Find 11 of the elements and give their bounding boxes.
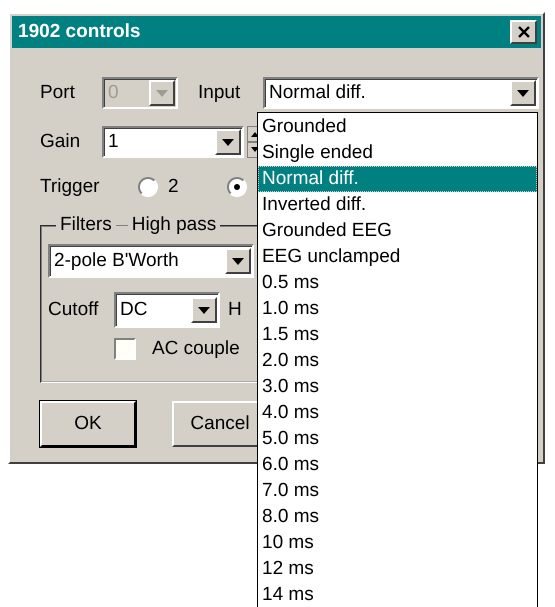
filters-label: Filters [60, 214, 112, 236]
high-pass-label: High pass [132, 214, 216, 236]
checkbox-label: AC couple [152, 338, 240, 360]
input-label: Input [198, 82, 242, 104]
unit-label: H [228, 299, 242, 321]
window-title: 1902 controls [18, 21, 140, 43]
gain-label: Gain [40, 131, 82, 153]
cutoff-label: Cutoff [48, 299, 100, 321]
radio-label: 2 [168, 176, 179, 198]
port-label: Port [40, 82, 76, 104]
trigger-label: Trigger [40, 176, 100, 198]
